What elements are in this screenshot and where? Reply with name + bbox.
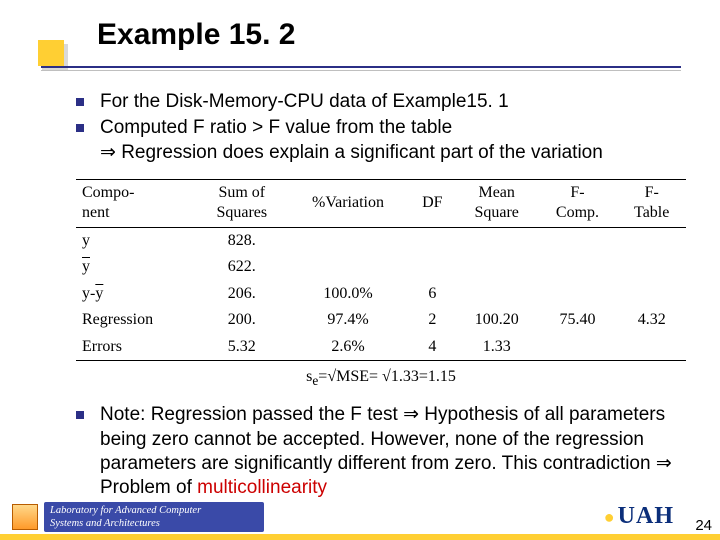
cell-fcomp [538,281,618,307]
sqrt-mse: √MSE [327,368,369,385]
cell-ss: 828. [196,227,287,254]
col-ss: Sum ofSquares [196,179,287,227]
se-eq: = [369,368,382,385]
table-row: Regression200.97.4%2100.2075.404.32 [76,307,686,333]
cell-pctvar [287,254,409,280]
b3-a: Note: Regression passed the F test [100,404,403,425]
footer-bar [0,534,720,540]
cell-df: 4 [409,334,456,361]
anova-tbody: y828.y622.y-y206.100.0%6Regression200.97… [76,227,686,360]
bullet-3: Note: Regression passed the F test ⇒ Hyp… [76,403,686,500]
cell-pctvar: 2.6% [287,334,409,361]
bullet-1-text: For the Disk-Memory-CPU data of Example1… [100,90,686,114]
bullet-2-line2: Regression does explain a significant pa… [116,142,603,163]
cell-ms [456,227,538,254]
table-header-row: Compo-nent Sum ofSquares %Variation DF M… [76,179,686,227]
cell-df: 2 [409,307,456,333]
se-result: =1.15 [419,368,456,385]
implies-icon: ⇒ [403,404,419,425]
implies-icon: ⇒ [656,453,672,474]
cell-component: y [76,254,196,280]
cell-pctvar: 97.4% [287,307,409,333]
cell-fcomp: 75.40 [538,307,618,333]
sqrt-val: √1.33 [382,368,419,385]
slide-content: For the Disk-Memory-CPU data of Example1… [76,90,686,503]
cell-ms: 100.20 [456,307,538,333]
bullet-icon [76,124,84,132]
title-rule [41,66,681,71]
bullet-2: Computed F ratio > F value from the tabl… [76,116,686,165]
cell-df [409,254,456,280]
col-fcomp: F-Comp. [538,179,618,227]
cell-fcomp [538,334,618,361]
page-number: 24 [695,517,712,534]
cell-ss: 206. [196,281,287,307]
table-row: y828. [76,227,686,254]
col-ftable: F-Table [617,179,686,227]
cell-ftable [617,281,686,307]
col-pctvar: %Variation [287,179,409,227]
bullet-icon [76,411,84,419]
lab-badge-icon [12,504,38,530]
cell-component: y-y [76,281,196,307]
bullet-3-text: Note: Regression passed the F test ⇒ Hyp… [100,403,686,500]
accent-square-icon [38,40,64,66]
cell-component: Regression [76,307,196,333]
cell-df [409,227,456,254]
bullet-icon [76,98,84,106]
lab-text: Laboratory for Advanced Computer Systems… [44,502,264,532]
bullet-1: For the Disk-Memory-CPU data of Example1… [76,90,686,114]
uah-dot-icon: ● [604,507,616,527]
cell-df: 6 [409,281,456,307]
col-df: DF [409,179,456,227]
uah-logo: ●UAH [604,503,674,530]
cell-ms: 1.33 [456,334,538,361]
footer: Laboratory for Advanced Computer Systems… [0,492,720,540]
cell-ss: 200. [196,307,287,333]
slide-title: Example 15. 2 [97,18,295,52]
col-ms: MeanSquare [456,179,538,227]
bullet-2-line1: Computed F ratio > F value from the tabl… [100,117,452,138]
cell-ms [456,281,538,307]
anova-table: Compo-nent Sum ofSquares %Variation DF M… [76,179,686,361]
anova-table-wrap: Compo-nent Sum ofSquares %Variation DF M… [76,179,686,390]
lab-line2: Systems and Architectures [50,518,160,529]
se-label: se= [306,368,327,385]
cell-fcomp [538,254,618,280]
cell-ftable [617,254,686,280]
cell-ftable [617,334,686,361]
cell-ftable: 4.32 [617,307,686,333]
col-component: Compo-nent [76,179,196,227]
cell-ms [456,254,538,280]
cell-component: Errors [76,334,196,361]
cell-pctvar [287,227,409,254]
cell-ss: 5.32 [196,334,287,361]
lab-line1: Laboratory for Advanced Computer [50,505,201,516]
uah-text: UAH [618,503,674,529]
cell-pctvar: 100.0% [287,281,409,307]
table-row: Errors5.322.6%41.33 [76,334,686,361]
table-row: y622. [76,254,686,280]
implies-icon: ⇒ [100,142,116,163]
bullet-2-text: Computed F ratio > F value from the tabl… [100,116,686,165]
table-row: y-y206.100.0%6 [76,281,686,307]
se-equation: se=√MSE= √1.33=1.15 [76,367,686,389]
cell-ftable [617,227,686,254]
cell-component: y [76,227,196,254]
cell-fcomp [538,227,618,254]
cell-ss: 622. [196,254,287,280]
